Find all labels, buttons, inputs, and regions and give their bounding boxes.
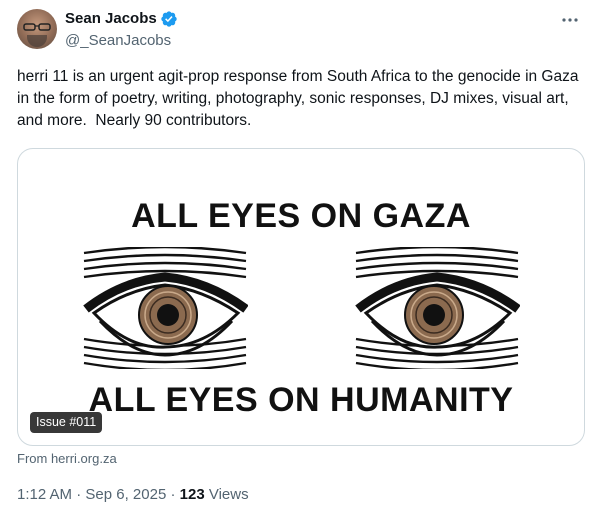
- eye-right-illustration: [355, 247, 520, 369]
- meta-separator-2: ·: [166, 486, 180, 503]
- card-headline-bottom: ALL EYES ON HUMANITY: [88, 381, 514, 419]
- issue-badge: Issue #011: [30, 412, 103, 433]
- avatar-beard: [27, 35, 47, 47]
- avatar-glasses: [23, 23, 51, 31]
- eye-left-illustration: [83, 247, 248, 369]
- card-source-link[interactable]: From herri.org.za: [17, 451, 117, 466]
- more-options-icon[interactable]: [558, 8, 582, 32]
- avatar[interactable]: [17, 9, 57, 49]
- views-label: Views: [204, 486, 249, 503]
- tweet-meta: 1:12 AM · Sep 6, 2025 · 123 Views: [17, 486, 249, 504]
- tweet-text: herri 11 is an urgent agit-prop response…: [17, 68, 583, 129]
- author-handle[interactable]: @_SeanJacobs: [65, 32, 171, 50]
- author-display-name[interactable]: Sean Jacobs: [65, 10, 157, 28]
- tweet-time[interactable]: 1:12 AM: [17, 486, 72, 503]
- author-name-row: Sean Jacobs: [65, 10, 178, 28]
- meta-separator: ·: [72, 486, 86, 503]
- views-count: 123: [179, 486, 205, 503]
- link-card[interactable]: ALL EYES ON GAZA ALL EYES ON HUMANITY Is…: [17, 148, 585, 446]
- card-headline-top: ALL EYES ON GAZA: [131, 197, 471, 235]
- tweet-date[interactable]: Sep 6, 2025: [85, 486, 166, 503]
- verified-badge-icon[interactable]: [160, 10, 178, 28]
